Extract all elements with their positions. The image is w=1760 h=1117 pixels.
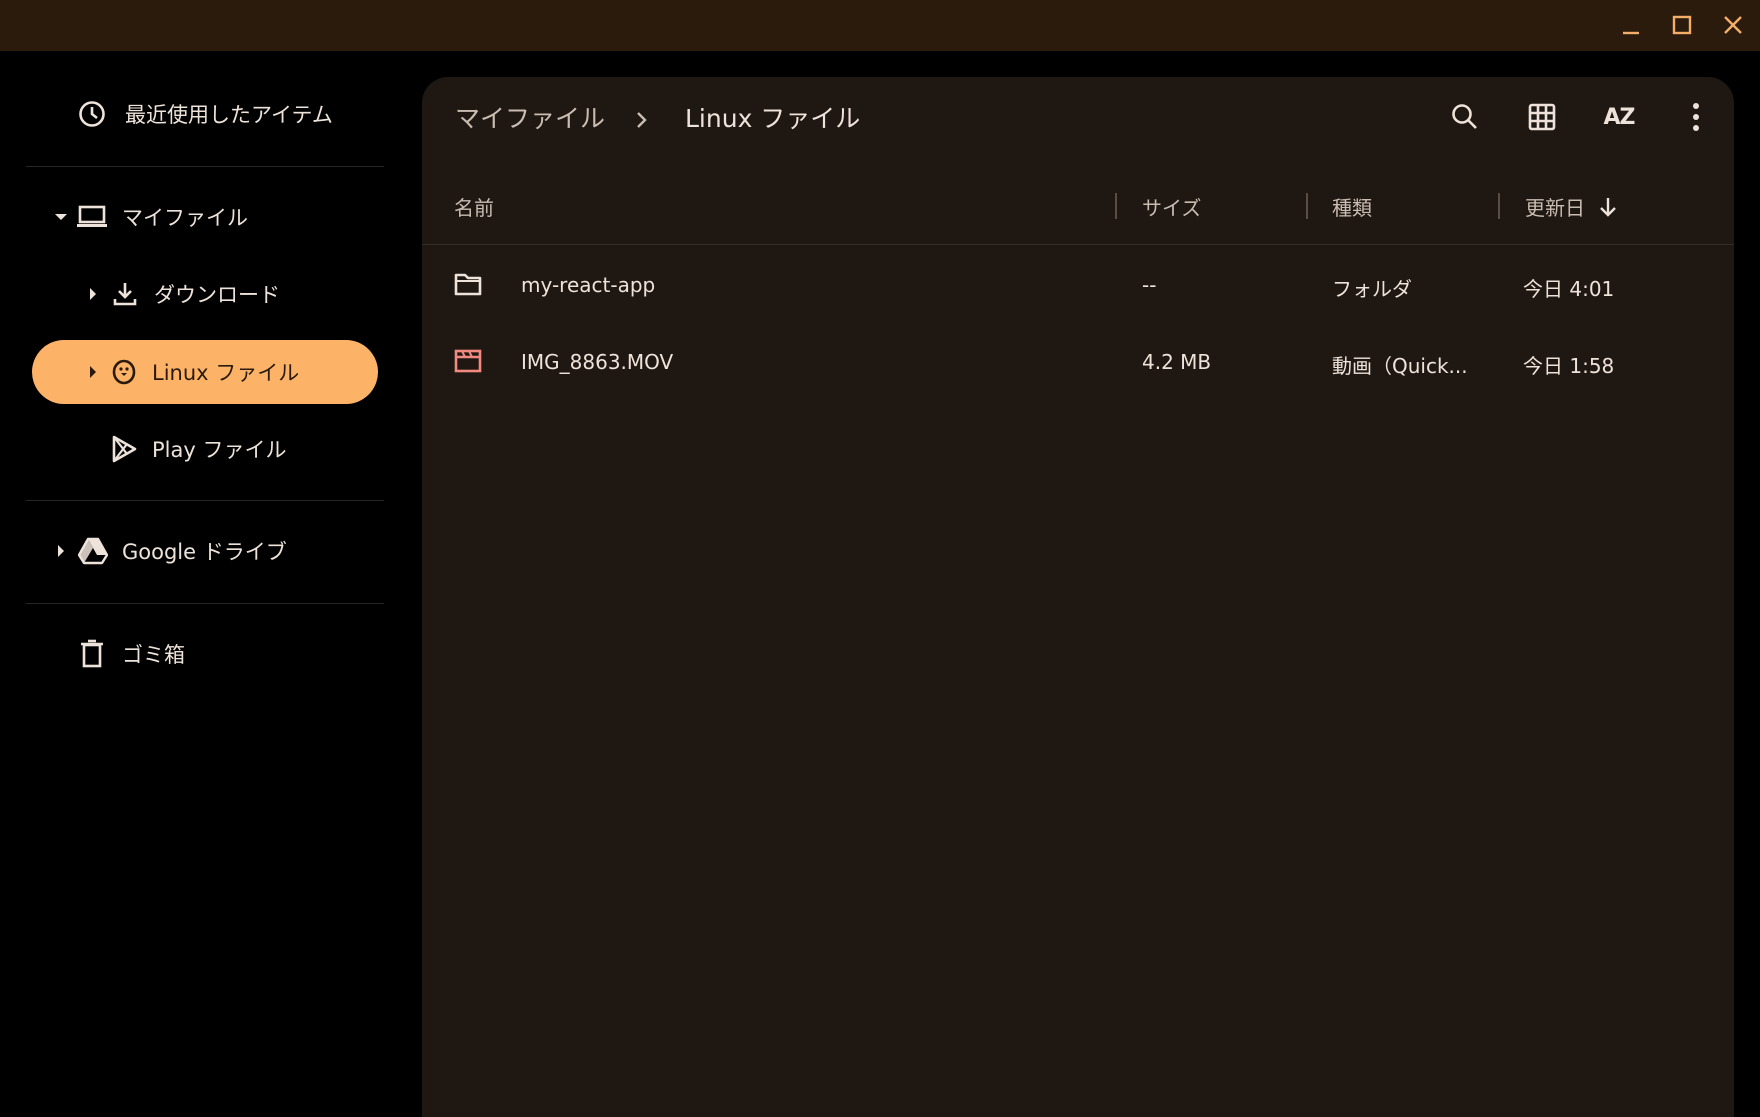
sidebar-divider xyxy=(26,603,384,604)
sidebar-item-label: Play ファイル xyxy=(152,438,287,462)
column-divider[interactable] xyxy=(1306,193,1308,219)
sidebar-item-google-drive[interactable]: Google ドライブ xyxy=(32,519,372,583)
laptop-icon xyxy=(77,205,107,227)
file-modified: 今日 1:58 xyxy=(1523,354,1615,378)
column-header-size[interactable]: サイズ xyxy=(1142,192,1201,221)
file-modified: 今日 4:01 xyxy=(1523,277,1615,301)
sort-button[interactable]: AZ xyxy=(1595,93,1643,141)
video-icon xyxy=(454,349,482,373)
sidebar-item-label: 最近使用したアイテム xyxy=(125,103,333,127)
column-divider[interactable] xyxy=(1115,193,1117,219)
sidebar-item-downloads[interactable]: ダウンロード xyxy=(32,262,372,326)
column-header-modified[interactable]: 更新日 xyxy=(1525,192,1619,221)
maximize-icon xyxy=(1672,15,1692,35)
play-store-icon xyxy=(112,435,137,463)
trash-icon xyxy=(81,639,103,668)
file-size: 4.2 MB xyxy=(1142,350,1212,374)
minimize-button[interactable] xyxy=(1614,8,1648,42)
file-type: 動画（Quick... xyxy=(1332,354,1468,378)
chevron-right-icon xyxy=(637,112,647,128)
file-name: IMG_8863.MOV xyxy=(521,350,674,374)
file-list-panel: マイファイル Linux ファイル AZ 名前 サイズ 種類 更新日 my-re… xyxy=(422,77,1734,1117)
column-header-modified-label: 更新日 xyxy=(1525,196,1585,220)
sidebar-item-play-files[interactable]: Play ファイル xyxy=(32,417,372,481)
search-icon xyxy=(1452,104,1477,129)
sidebar-item-label: Linux ファイル xyxy=(152,361,300,385)
grid-view-icon xyxy=(1528,103,1556,131)
file-type: フォルダ xyxy=(1332,277,1412,301)
sidebar-item-recent[interactable]: 最近使用したアイテム xyxy=(32,82,372,146)
close-icon xyxy=(1724,16,1742,34)
sidebar-divider xyxy=(26,166,384,167)
expand-caret-icon[interactable] xyxy=(54,544,68,558)
more-options-button[interactable] xyxy=(1672,93,1720,141)
file-size: -- xyxy=(1142,273,1157,297)
search-button[interactable] xyxy=(1441,93,1489,141)
sort-az-icon: AZ xyxy=(1603,104,1636,130)
breadcrumb-item-current: Linux ファイル xyxy=(685,104,861,133)
expand-caret-icon[interactable] xyxy=(86,287,100,301)
maximize-button[interactable] xyxy=(1665,8,1699,42)
sidebar-item-label: マイファイル xyxy=(122,206,248,230)
title-bar xyxy=(0,0,1760,51)
table-row[interactable]: my-react-app -- フォルダ 今日 4:01 xyxy=(422,249,1734,323)
more-vert-icon xyxy=(1693,103,1699,131)
column-header-type[interactable]: 種類 xyxy=(1332,192,1372,221)
file-name: my-react-app xyxy=(521,273,656,297)
download-icon xyxy=(113,283,137,306)
sidebar-divider xyxy=(26,500,384,501)
sidebar-item-label: ゴミ箱 xyxy=(122,643,185,667)
sidebar-item-label: Google ドライブ xyxy=(122,540,287,564)
sidebar-item-label: ダウンロード xyxy=(154,283,280,307)
close-button[interactable] xyxy=(1716,8,1750,42)
breadcrumb-item-my-files[interactable]: マイファイル xyxy=(455,99,605,135)
header-divider xyxy=(422,244,1734,245)
sidebar-item-linux-files[interactable]: Linux ファイル xyxy=(32,340,378,404)
clock-icon xyxy=(79,101,105,127)
sidebar: 最近使用したアイテム マイファイル ダウンロード Linux ファイル Play… xyxy=(0,51,420,1098)
expand-caret-icon[interactable] xyxy=(86,365,100,379)
minimize-icon xyxy=(1623,31,1639,35)
table-row[interactable]: IMG_8863.MOV 4.2 MB 動画（Quick... 今日 1:58 xyxy=(422,326,1734,400)
penguin-icon xyxy=(112,359,136,385)
grid-view-button[interactable] xyxy=(1518,93,1566,141)
column-divider[interactable] xyxy=(1498,193,1500,219)
arrow-down-icon xyxy=(1600,197,1616,217)
sidebar-item-my-files[interactable]: マイファイル xyxy=(32,185,372,249)
expand-caret-icon[interactable] xyxy=(54,210,68,224)
drive-icon xyxy=(78,537,108,565)
sidebar-item-trash[interactable]: ゴミ箱 xyxy=(32,622,372,686)
folder-icon xyxy=(454,273,482,296)
column-header-name[interactable]: 名前 xyxy=(454,192,494,221)
